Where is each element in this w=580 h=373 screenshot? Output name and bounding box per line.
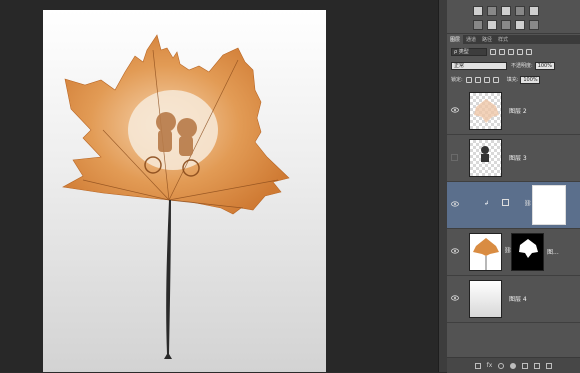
opacity-field[interactable]: 100% (534, 62, 555, 70)
link-icon[interactable] (474, 362, 481, 369)
fx-icon[interactable] (487, 20, 497, 30)
shape-filter-icon[interactable] (517, 49, 523, 55)
layers-footer: fx (447, 357, 580, 373)
layer-thumbnail (469, 233, 502, 271)
eye-icon[interactable] (501, 20, 511, 30)
leaf-stem (164, 200, 172, 359)
lock-label: 锁定: (451, 76, 463, 83)
blend-mode-select[interactable]: 正常 (451, 62, 507, 70)
smart-filter-icon[interactable] (526, 49, 532, 55)
fill-label: 填充: (506, 76, 519, 83)
layer-thumbnail (469, 280, 502, 318)
group-icon[interactable] (487, 6, 497, 16)
layer-row[interactable]: ⛓ 图... (447, 229, 580, 276)
filter-row: ρ 类型 (447, 46, 580, 58)
layer-row[interactable]: 图层 3 (447, 135, 580, 182)
type-filter-icon[interactable] (508, 49, 514, 55)
layers-tabs: 图层 通道 路径 样式 (447, 35, 580, 44)
visibility-toggle[interactable] (451, 154, 458, 161)
carved-light-area (128, 90, 218, 170)
clipping-arrow-icon: ↲ (484, 200, 490, 207)
document-workspace (0, 0, 438, 372)
layer-row-selected[interactable]: ↲ ⛓ (447, 182, 580, 229)
mask-icon[interactable] (498, 362, 505, 369)
chain-link-icon[interactable]: ⛓ (524, 200, 532, 207)
layer-row[interactable]: 图层 2 (447, 88, 580, 135)
layer-row[interactable]: 图层 4 (447, 276, 580, 323)
layer-name[interactable]: 图层 2 (509, 106, 527, 115)
layer-name[interactable]: 图层 3 (509, 153, 527, 162)
tab-paths[interactable]: 路径 (479, 35, 495, 44)
new-layer-icon[interactable] (534, 362, 541, 369)
adjustment-icon[interactable] (510, 362, 517, 369)
lock-all-icon[interactable] (492, 77, 499, 83)
lock-move-icon[interactable] (483, 77, 490, 83)
tool-row-1 (473, 6, 539, 16)
eye-icon[interactable] (451, 107, 459, 113)
layer-name[interactable]: 图... (547, 247, 559, 256)
layer-mask-thumbnail[interactable] (532, 185, 566, 225)
right-panels: 图层 通道 路径 样式 ρ 类型 正常 不透明度: 100% 锁定: 填充: 1… (447, 0, 580, 373)
panel-divider (447, 33, 580, 34)
new-icon[interactable] (473, 20, 483, 30)
filter-kind-select[interactable]: ρ 类型 (451, 48, 487, 56)
adjustment-layer-icon (502, 199, 509, 206)
lock-paint-icon[interactable] (474, 77, 481, 83)
eye-icon[interactable] (451, 201, 459, 207)
pixel-filter-icon[interactable] (490, 49, 496, 55)
eye-icon[interactable] (451, 295, 459, 301)
adjust-filter-icon[interactable] (499, 49, 505, 55)
lock-row: 锁定: 填充: 100% (447, 74, 580, 86)
fx-icon[interactable]: fx (487, 362, 493, 369)
tab-channels[interactable]: 通道 (463, 35, 479, 44)
lock-transparent-icon[interactable] (465, 77, 472, 83)
tool-row-2 (473, 20, 539, 30)
trash-icon[interactable] (546, 362, 553, 369)
eye-icon[interactable] (451, 248, 459, 254)
leaf-artwork (62, 34, 290, 359)
layer-mask-thumbnail[interactable] (511, 233, 544, 271)
layer-style-icon[interactable] (473, 6, 483, 16)
layer-thumbnail (469, 92, 502, 130)
tab-layers[interactable]: 图层 (447, 35, 464, 44)
mask-icon[interactable] (501, 6, 511, 16)
layer-thumbnail (469, 139, 502, 177)
adjust-icon[interactable] (515, 6, 525, 16)
workspace-scrollbar[interactable] (438, 0, 447, 372)
blend-row: 正常 不透明度: 100% (447, 60, 580, 72)
fill-field[interactable]: 100% (520, 76, 541, 84)
lock-icon[interactable] (515, 20, 525, 30)
trash-icon[interactable] (529, 20, 539, 30)
folder-icon[interactable] (522, 362, 529, 369)
layer-name[interactable]: 图层 4 (509, 294, 527, 303)
tab-styles[interactable]: 样式 (495, 35, 511, 44)
opacity-label: 不透明度: (511, 62, 533, 69)
document-canvas[interactable] (43, 10, 326, 372)
link-icon[interactable] (529, 6, 539, 16)
